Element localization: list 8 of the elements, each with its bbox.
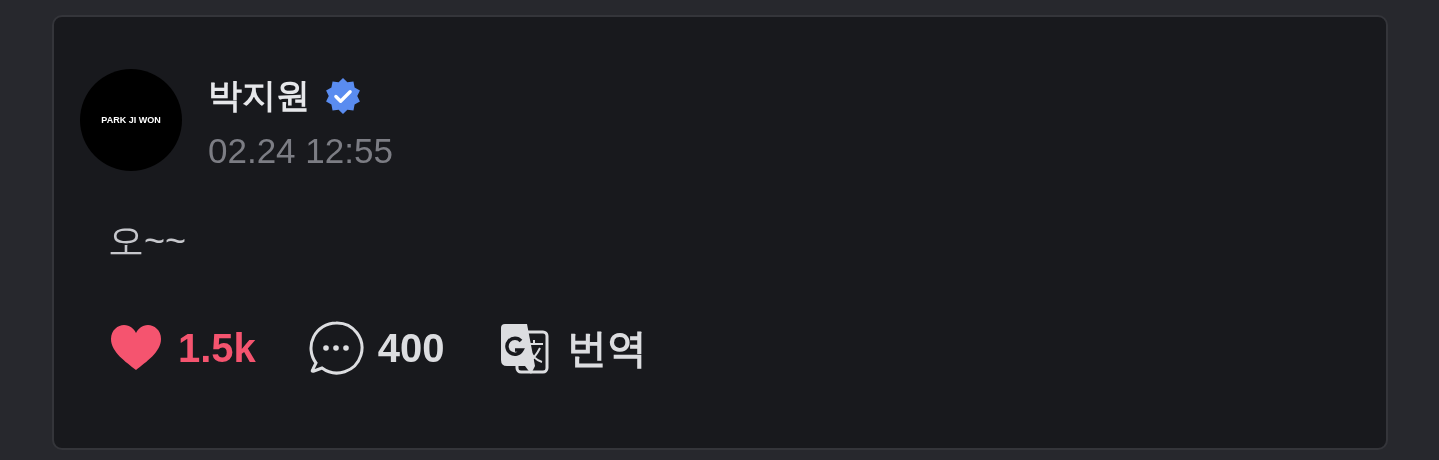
post-text: 오~~ — [108, 219, 188, 263]
translate-button[interactable]: 번역 — [496, 320, 647, 376]
like-button[interactable]: 1.5k — [108, 320, 256, 376]
post-time: 02.24 12:55 — [208, 131, 393, 171]
author-name: 박지원 — [208, 75, 310, 116]
avatar[interactable]: PARK JI WON — [80, 69, 182, 171]
speech-bubble-icon — [307, 320, 364, 376]
comment-button[interactable]: 400 — [307, 320, 445, 376]
